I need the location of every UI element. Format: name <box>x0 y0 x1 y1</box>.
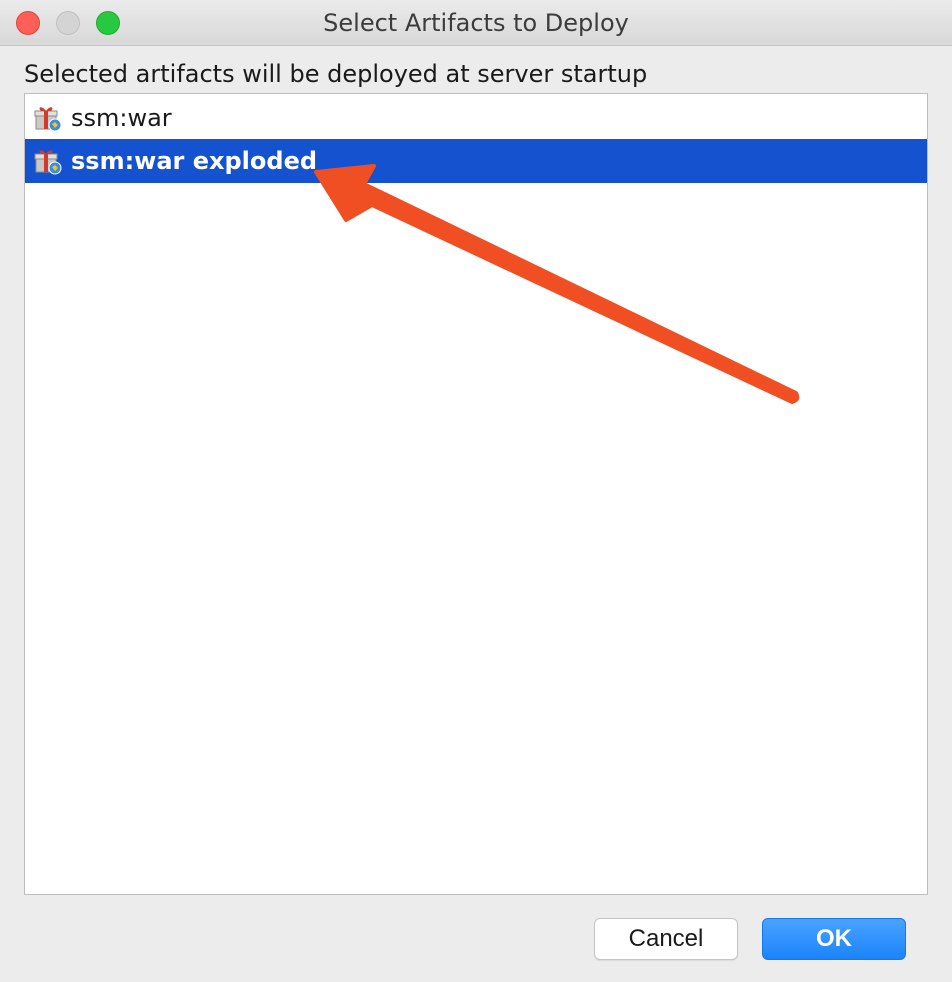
instruction-text: Selected artifacts will be deployed at s… <box>24 60 648 88</box>
cancel-button[interactable]: Cancel <box>594 918 738 960</box>
title-bar: Select Artifacts to Deploy <box>0 0 952 46</box>
window-title: Select Artifacts to Deploy <box>323 9 629 37</box>
artifact-label: ssm:war exploded <box>71 147 318 175</box>
artifact-list[interactable]: ssm:war ssm:war exploded <box>24 93 928 895</box>
ok-button[interactable]: OK <box>762 918 906 960</box>
artifact-gift-icon <box>34 150 62 175</box>
artifact-label: ssm:war <box>71 104 172 132</box>
list-item-ssm-war-exploded[interactable]: ssm:war exploded <box>25 139 927 183</box>
list-item-ssm-war[interactable]: ssm:war <box>25 96 927 140</box>
artifact-gift-icon <box>34 107 62 132</box>
